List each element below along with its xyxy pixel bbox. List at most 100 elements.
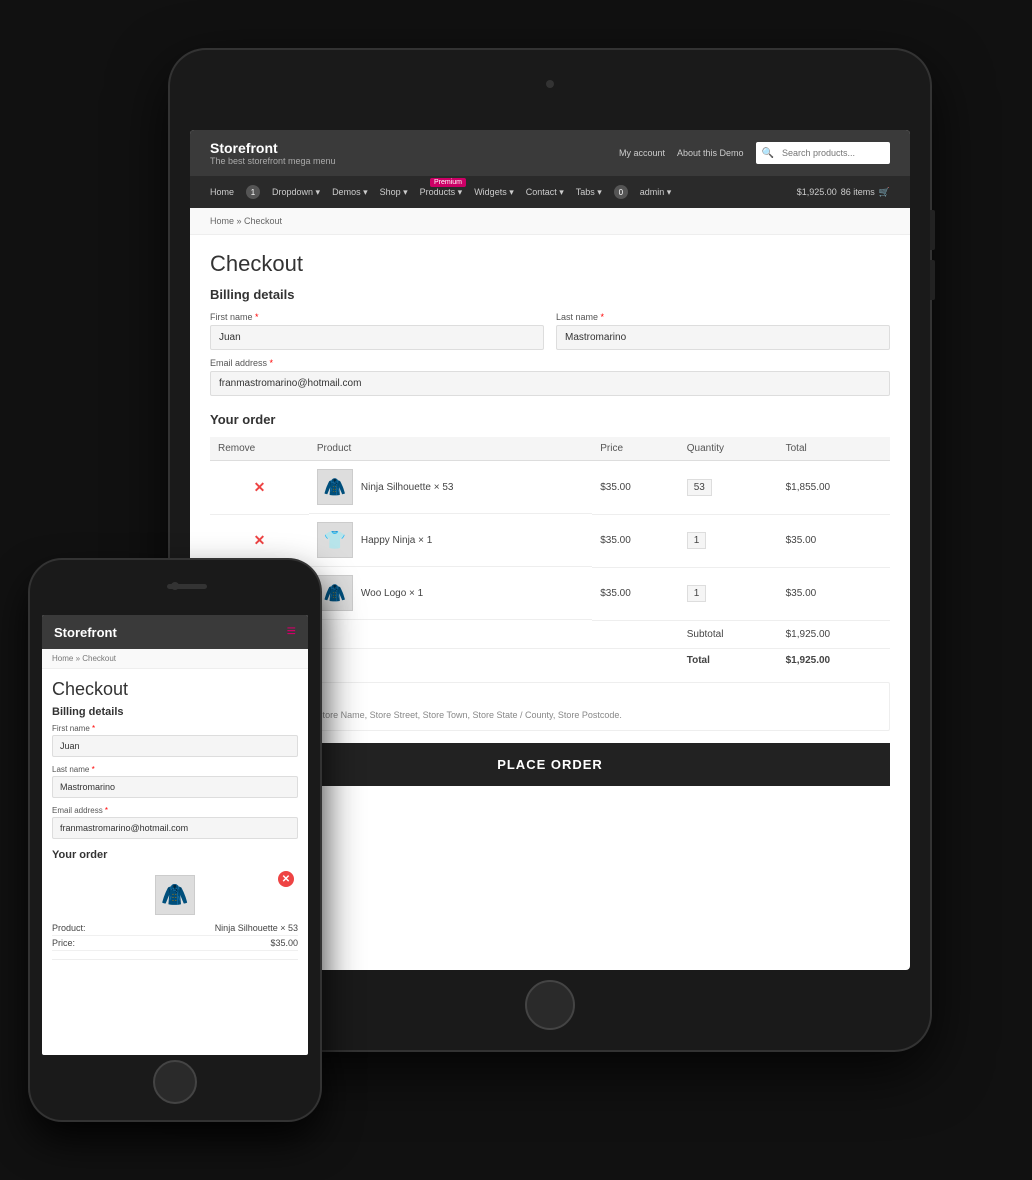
col-total: Total (778, 437, 890, 461)
breadcrumb: Home » Checkout (190, 208, 910, 235)
product-total-3: $35.00 (778, 567, 890, 620)
site-title: Storefront (210, 140, 336, 156)
phone-product-price-row: Price: $35.00 (52, 936, 298, 951)
product-price-1: $35.00 (592, 461, 679, 515)
product-img-1: 🧥 (317, 469, 353, 505)
name-row: First name * Last name * (210, 312, 890, 350)
col-product: Product (309, 437, 592, 461)
total-value: $1,925.00 (778, 648, 890, 672)
phone-remove-btn[interactable]: ✕ (278, 871, 294, 887)
premium-badge: Premium (430, 178, 466, 187)
site-nav: Home 1 Dropdown ▾ Demos ▾ Shop ▾ Product… (190, 176, 910, 208)
phone-first-name-input[interactable] (52, 735, 298, 757)
product-total-2: $35.00 (778, 514, 890, 567)
cart-items: 86 items (841, 187, 875, 197)
email-group: Email address * (210, 358, 890, 396)
phone-speaker (167, 584, 207, 589)
table-row: ✕ 🧥 Ninja Silhouette × 53 $35.00 53 $1,8… (210, 461, 890, 515)
phone-email-input[interactable] (52, 817, 298, 839)
phone-product-img: 🧥 (155, 875, 195, 915)
phone-product-name-row: Product: Ninja Silhouette × 53 (52, 921, 298, 936)
phone-checkout-title: Checkout (52, 679, 298, 700)
product-price-2: $35.00 (592, 514, 679, 567)
header-links: My account About this Demo 🔍 (619, 142, 890, 164)
tablet-camera (546, 80, 554, 88)
phone-product-value: Ninja Silhouette × 53 (215, 923, 298, 933)
phone-last-name-input[interactable] (52, 776, 298, 798)
phone-breadcrumb: Home » Checkout (42, 649, 308, 669)
phone-order-title: Your order (52, 849, 298, 861)
breadcrumb-text: Home » Checkout (210, 216, 282, 226)
last-name-input[interactable] (556, 325, 890, 350)
phone-price-label: Price: (52, 938, 75, 948)
nav-cart[interactable]: $1,925.00 86 items 🛒 (797, 187, 890, 198)
phone-order-item: ✕ 🧥 Product: Ninja Silhouette × 53 Price… (52, 867, 298, 960)
cart-icon: 🛒 (879, 187, 890, 198)
nav-tabs[interactable]: Tabs ▾ (576, 187, 602, 198)
total-label: Total (679, 648, 778, 672)
table-row: ✕ 👕 Happy Ninja × 1 $35.00 1 $35.00 (210, 514, 890, 567)
billing-section-title: Billing details (210, 287, 890, 302)
phone-order-section: Your order ✕ 🧥 Product: Ninja Silhouette… (52, 849, 298, 960)
phone-device: Storefront ≡ Home » Checkout Checkout Bi… (30, 560, 320, 1120)
scene: Storefront The best storefront mega menu… (0, 0, 1032, 1180)
order-section-title: Your order (210, 412, 890, 427)
nav-products[interactable]: Products ▾ (420, 187, 463, 198)
remove-item-2[interactable]: ✕ (218, 532, 301, 549)
my-account-link[interactable]: My account (619, 148, 665, 158)
site-header: Storefront The best storefront mega menu… (190, 130, 910, 176)
product-name-1: Ninja Silhouette × 53 (361, 482, 454, 493)
phone-email-group: Email address * (52, 806, 298, 839)
first-name-input[interactable] (210, 325, 544, 350)
search-icon: 🔍 (762, 148, 774, 159)
col-remove: Remove (210, 437, 309, 461)
first-name-group: First name * (210, 312, 544, 350)
phone-last-name-group: Last name * (52, 765, 298, 798)
phone-main: Checkout Billing details First name * La… (42, 669, 308, 1049)
phone-first-name-group: First name * (52, 724, 298, 757)
phone-price-value: $35.00 (270, 938, 298, 948)
nav-demos[interactable]: Demos ▾ (332, 187, 368, 198)
phone-email-label: Email address * (52, 806, 298, 815)
nav-shop[interactable]: Shop ▾ (380, 187, 408, 198)
product-name-2: Happy Ninja × 1 (361, 535, 432, 546)
col-qty: Quantity (679, 437, 778, 461)
phone-home-button[interactable] (153, 1060, 197, 1104)
product-img-3: 🧥 (317, 575, 353, 611)
tablet-vol-down (930, 260, 935, 300)
phone-last-name-label: Last name * (52, 765, 298, 774)
phone-first-name-label: First name * (52, 724, 298, 733)
email-label: Email address * (210, 358, 890, 368)
nav-home[interactable]: Home (210, 187, 234, 197)
last-name-group: Last name * (556, 312, 890, 350)
tablet-vol-up (930, 210, 935, 250)
nav-badge-num: 1 (246, 185, 260, 199)
email-input[interactable] (210, 371, 890, 396)
cart-amount: $1,925.00 (797, 187, 837, 197)
nav-zero: 0 (614, 185, 628, 199)
product-name-3: Woo Logo × 1 (361, 588, 423, 599)
remove-item-1[interactable]: ✕ (218, 479, 301, 496)
tablet-home-button[interactable] (525, 980, 575, 1030)
site-tagline: The best storefront mega menu (210, 156, 336, 166)
phone-product-label: Product: (52, 923, 86, 933)
email-row: Email address * (210, 358, 890, 396)
site-logo: Storefront The best storefront mega menu (210, 140, 336, 166)
col-price: Price (592, 437, 679, 461)
nav-dropdown[interactable]: Dropdown ▾ (272, 187, 320, 198)
nav-admin[interactable]: admin ▾ (640, 187, 672, 198)
qty-2[interactable]: 1 (687, 532, 707, 549)
hamburger-menu-icon[interactable]: ≡ (287, 623, 296, 641)
search-input[interactable] (774, 144, 884, 162)
qty-3[interactable]: 1 (687, 585, 707, 602)
nav-contact[interactable]: Contact ▾ (526, 187, 564, 198)
subtotal-value: $1,925.00 (778, 620, 890, 648)
about-demo-link[interactable]: About this Demo (677, 148, 744, 158)
first-name-label: First name * (210, 312, 544, 322)
phone-header: Storefront ≡ (42, 615, 308, 649)
product-img-2: 👕 (317, 522, 353, 558)
nav-widgets[interactable]: Widgets ▾ (474, 187, 514, 198)
checkout-title: Checkout (210, 251, 890, 277)
phone-logo: Storefront (54, 625, 117, 640)
qty-1[interactable]: 53 (687, 479, 712, 496)
